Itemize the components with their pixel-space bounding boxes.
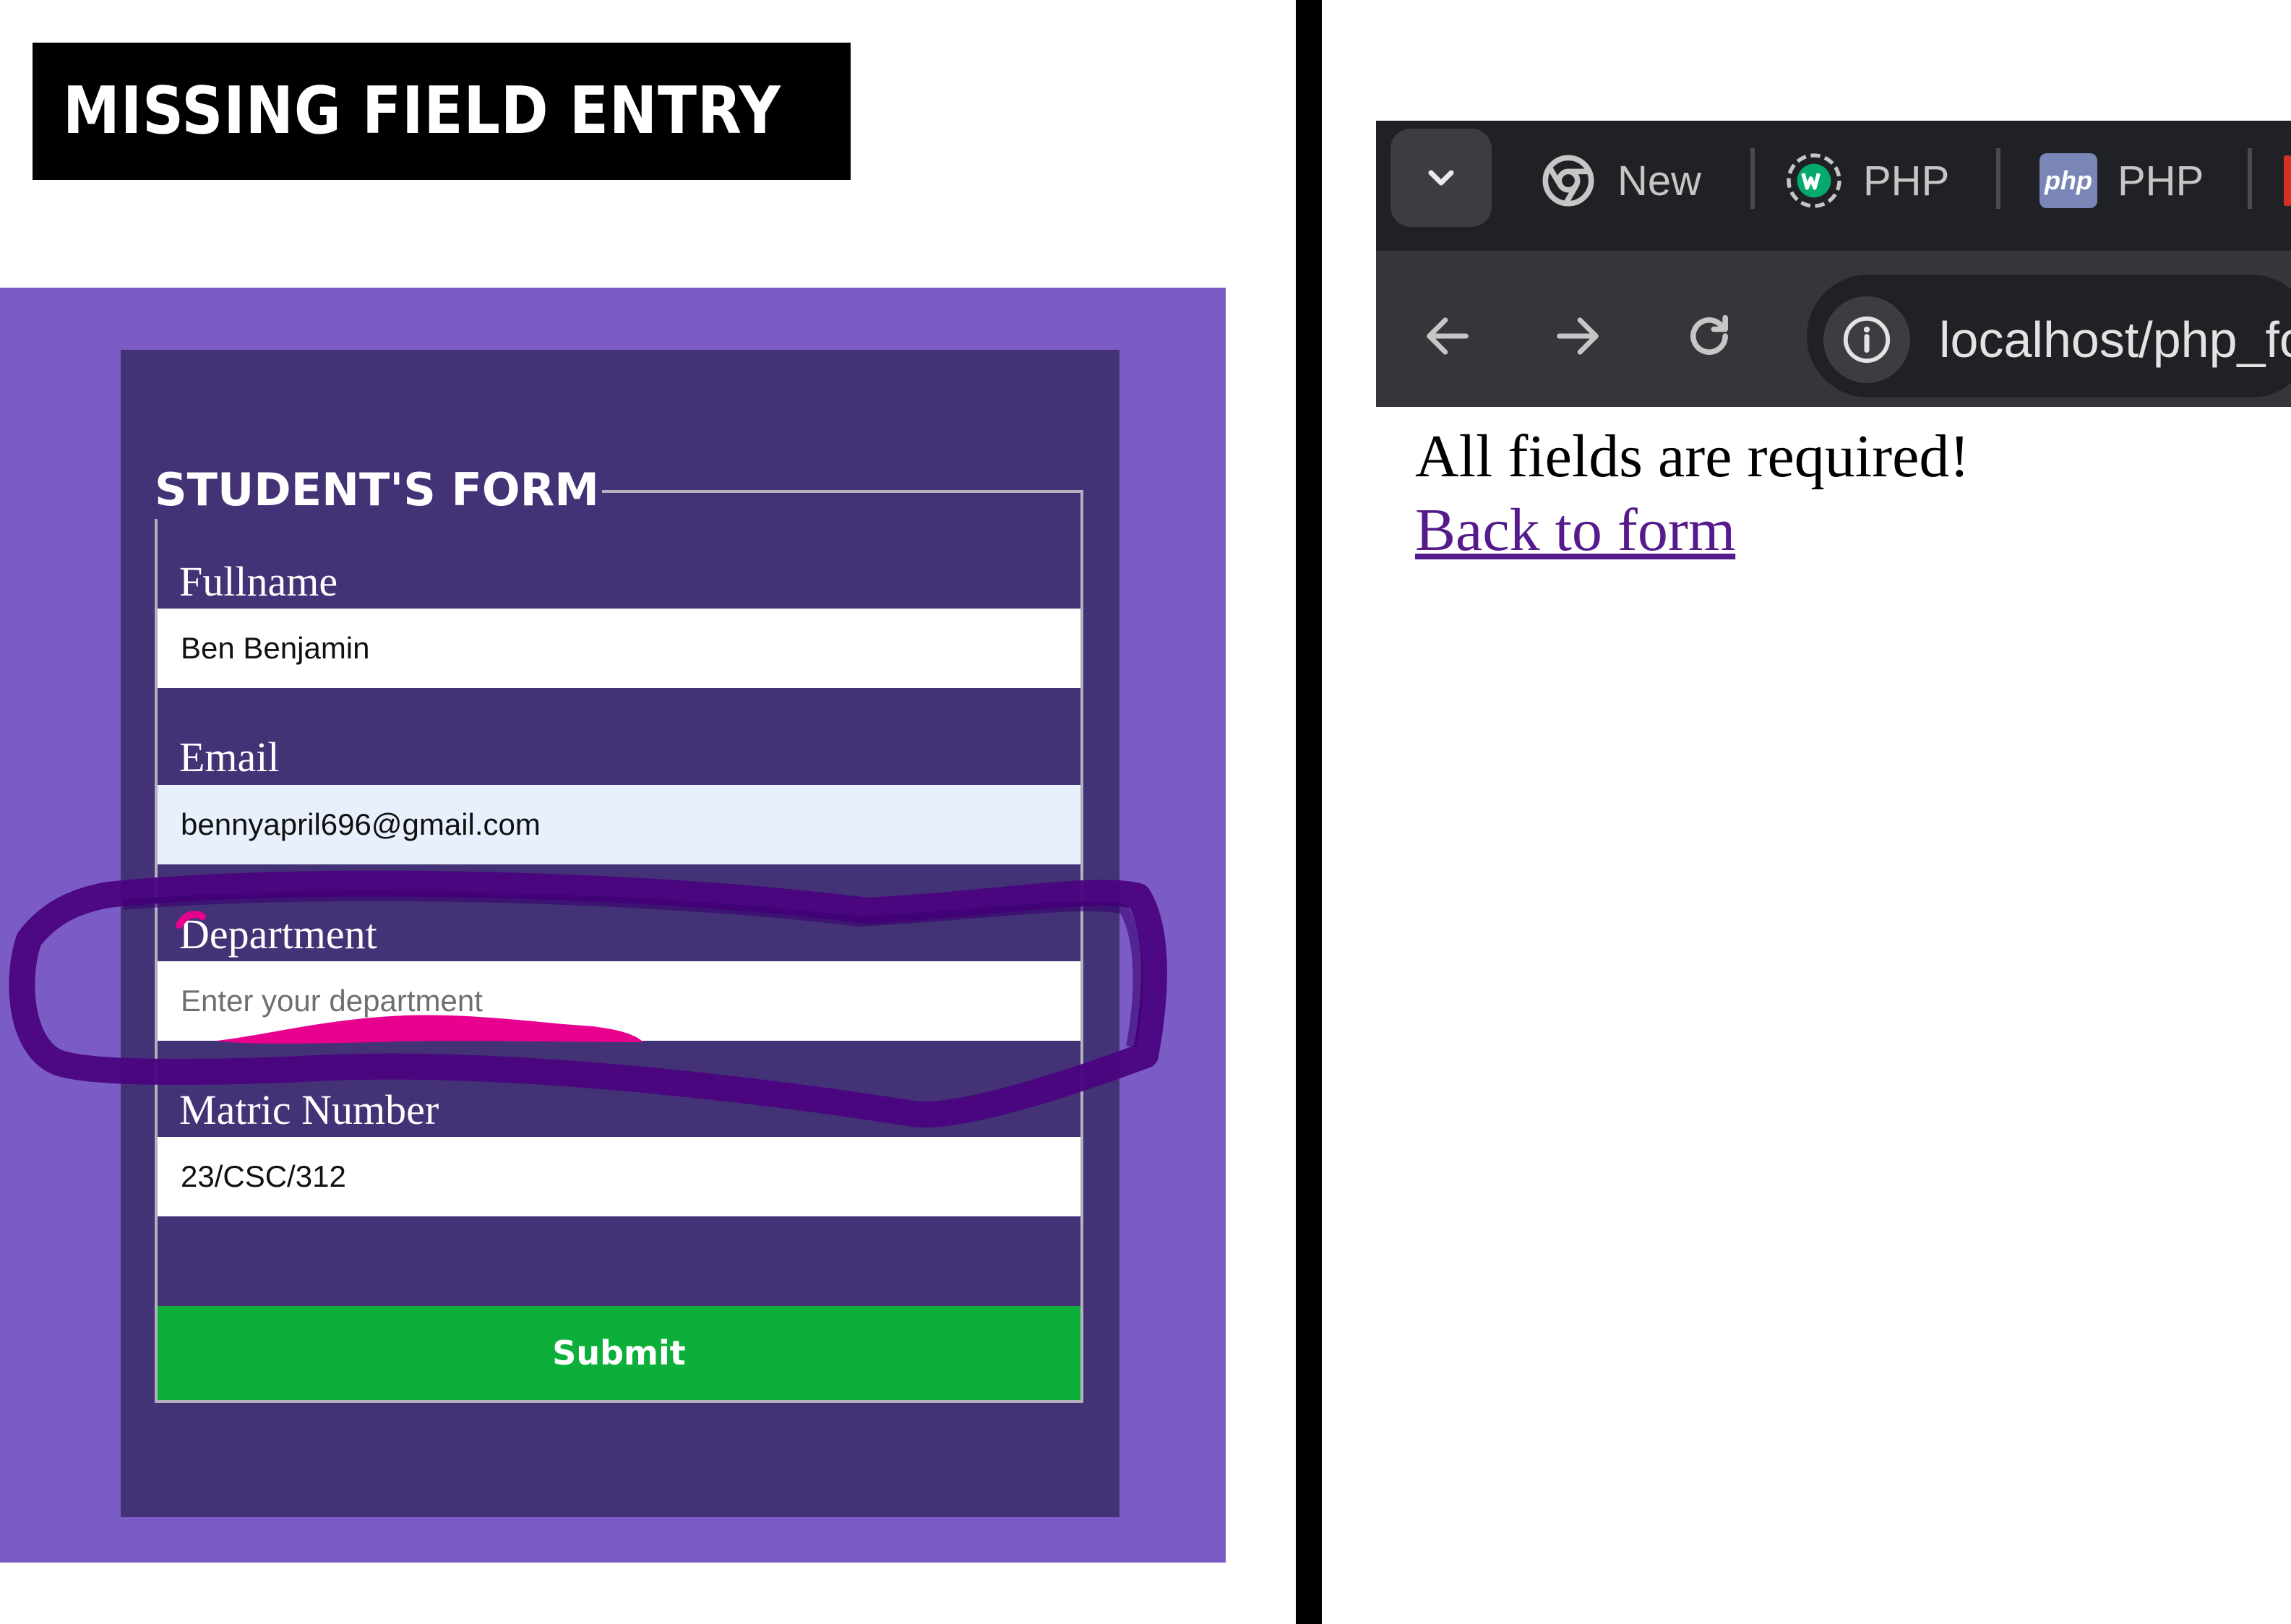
w3schools-icon: [1785, 152, 1843, 210]
arrow-left-icon: [1427, 317, 1469, 355]
department-placeholder: Enter your department: [181, 984, 483, 1018]
matric-number-value: 23/CSC/312: [181, 1159, 346, 1193]
form-legend: STUDENT'S FORM: [155, 461, 603, 519]
matric-number-label: Matric Number: [179, 1086, 439, 1133]
tab-php-2[interactable]: php PHP: [2039, 137, 2220, 224]
department-input[interactable]: Enter your department: [158, 961, 1080, 1041]
fullname-value: Ben Benjamin: [181, 631, 370, 665]
info-icon: [1843, 316, 1891, 364]
tab-php-1[interactable]: PHP: [1785, 137, 1966, 224]
fullname-input[interactable]: Ben Benjamin: [158, 609, 1080, 688]
title-banner: MISSING FIELD ENTRY: [33, 43, 851, 180]
tab-new[interactable]: New: [1539, 137, 1720, 224]
page-title: MISSING FIELD ENTRY: [63, 73, 781, 149]
chevron-down-icon: [1428, 170, 1454, 186]
tab-separator: [2248, 148, 2252, 209]
php-icon: php: [2039, 152, 2097, 210]
department-label: Department: [179, 911, 377, 958]
back-to-form-link[interactable]: Back to form: [1415, 494, 1735, 567]
url-text: localhost/php_fo: [1939, 312, 2291, 368]
panel-divider: [1296, 0, 1322, 1624]
reload-button[interactable]: [1669, 296, 1749, 376]
fullname-label: Fullname: [179, 558, 338, 605]
email-label: Email: [179, 734, 280, 781]
tab-separator: [1750, 148, 1755, 209]
submit-button[interactable]: Submit: [158, 1306, 1080, 1400]
tab-search-button[interactable]: [1390, 129, 1492, 227]
tab-new-label: New: [1617, 157, 1702, 205]
tab-php-2-label: PHP: [2118, 157, 2204, 205]
forward-button[interactable]: [1538, 296, 1617, 376]
back-button[interactable]: [1408, 296, 1487, 376]
chrome-icon: [1539, 152, 1597, 210]
tab-php-1-label: PHP: [1863, 157, 1950, 205]
arrow-right-icon: [1557, 317, 1599, 355]
tab-separator: [1996, 148, 2000, 209]
next-tab-favicon: [2284, 155, 2291, 206]
matric-number-input[interactable]: 23/CSC/312: [158, 1137, 1080, 1216]
php-icon-badge: php: [2039, 153, 2097, 208]
site-info-button[interactable]: [1823, 296, 1910, 383]
reload-icon: [1690, 314, 1728, 355]
email-value: bennyapril696@gmail.com: [181, 807, 541, 841]
error-message: All fields are required!: [1415, 423, 1970, 490]
email-input[interactable]: bennyapril696@gmail.com: [158, 785, 1080, 864]
